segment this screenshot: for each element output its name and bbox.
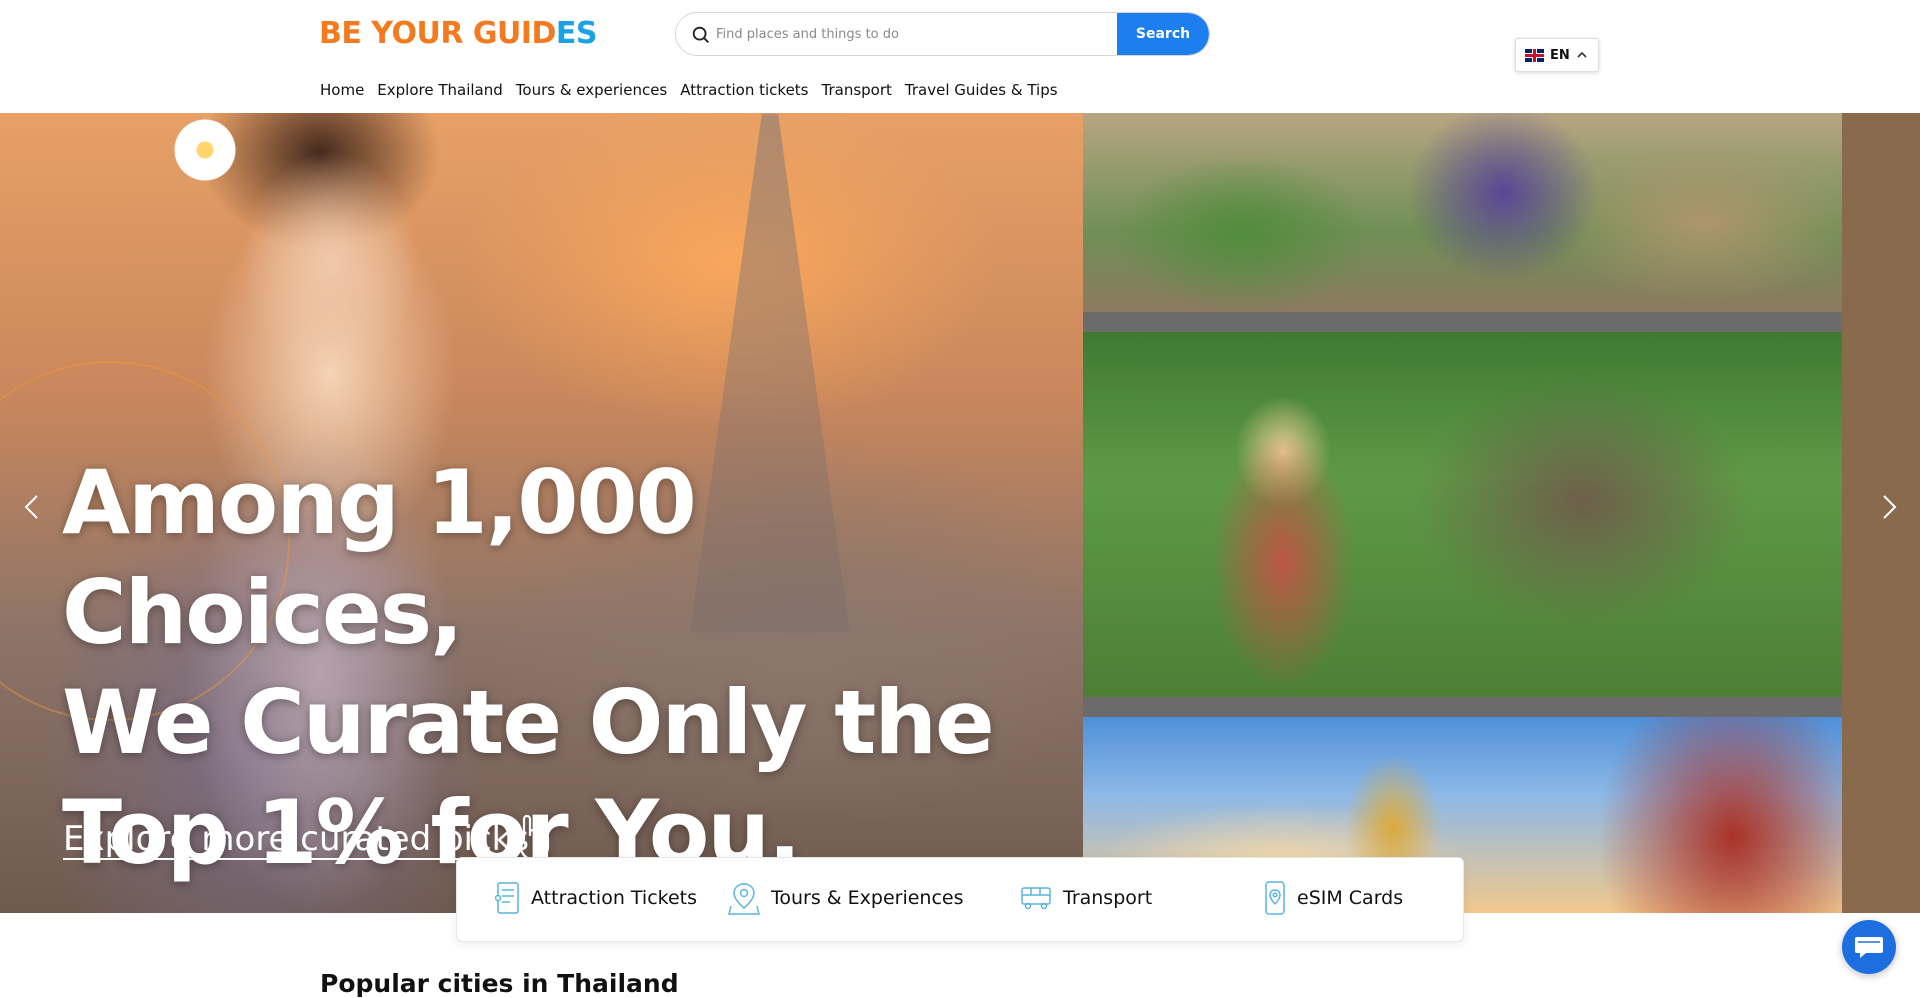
category-label: Tours & Experiences xyxy=(771,887,964,909)
logo-text-accent: ES xyxy=(555,16,598,51)
nav-item-travel-guides[interactable]: Travel Guides & Tips xyxy=(905,79,1058,101)
site-header: BE YOUR GUIDES Search EN Home Explore Th… xyxy=(0,0,1920,113)
search-bar: Search xyxy=(675,12,1210,56)
popular-cities-title: Popular cities in Thailand xyxy=(320,969,679,998)
bus-icon xyxy=(1021,887,1051,910)
chat-button[interactable] xyxy=(1842,920,1896,974)
search-icon xyxy=(692,26,709,43)
category-bar: Attraction Tickets Tours & Experiences T… xyxy=(456,857,1464,942)
chat-bubble-icon xyxy=(1855,937,1883,958)
language-label: EN xyxy=(1550,47,1570,63)
uk-flag-icon xyxy=(1525,48,1544,62)
ticket-icon xyxy=(495,882,519,914)
search-button[interactable]: Search xyxy=(1117,13,1209,55)
chevron-up-icon xyxy=(1577,51,1587,58)
logo-text: BE YOUR GUID xyxy=(319,16,556,51)
main-nav: Home Explore Thailand Tours & experience… xyxy=(320,79,1071,101)
hero-carousel: Among 1,000 Choices, We Curate Only the … xyxy=(0,113,1920,913)
hero-title-line-2: We Curate Only the xyxy=(62,671,995,774)
nav-item-attraction-tickets[interactable]: Attraction tickets xyxy=(680,79,808,101)
category-transport[interactable]: Transport xyxy=(1019,878,1152,918)
category-label: Attraction Tickets xyxy=(531,887,698,909)
category-attraction-tickets[interactable]: Attraction Tickets xyxy=(495,878,697,918)
nav-item-explore-thailand[interactable]: Explore Thailand xyxy=(377,79,502,101)
sim-card-icon xyxy=(1265,881,1285,915)
language-selector[interactable]: EN xyxy=(1515,38,1599,72)
search-input[interactable] xyxy=(716,13,1086,55)
cooking-class-image[interactable] xyxy=(1083,113,1842,312)
site-logo[interactable]: BE YOUR GUIDES xyxy=(319,16,598,51)
chevron-right-icon[interactable] xyxy=(1874,492,1904,522)
nav-item-home[interactable]: Home xyxy=(320,79,364,101)
category-label: eSIM Cards xyxy=(1297,887,1404,909)
category-label: Transport xyxy=(1063,887,1153,909)
hero-side-images xyxy=(1083,113,1842,913)
chevron-left-icon[interactable] xyxy=(17,492,47,522)
map-pin-icon xyxy=(728,883,760,915)
flower-decoration xyxy=(170,119,240,181)
elephant-image[interactable] xyxy=(1083,332,1842,697)
explore-curated-picks-link[interactable]: Explore more curated picks xyxy=(63,819,529,859)
category-tours-experiences[interactable]: Tours & Experiences xyxy=(727,878,964,918)
category-esim-cards[interactable]: eSIM Cards xyxy=(1263,878,1403,918)
nav-item-transport[interactable]: Transport xyxy=(822,79,892,101)
hero-title-line-1: Among 1,000 Choices, xyxy=(62,451,697,664)
nav-item-tours-experiences[interactable]: Tours & experiences xyxy=(516,79,667,101)
pointing-hand-icon xyxy=(514,814,550,861)
